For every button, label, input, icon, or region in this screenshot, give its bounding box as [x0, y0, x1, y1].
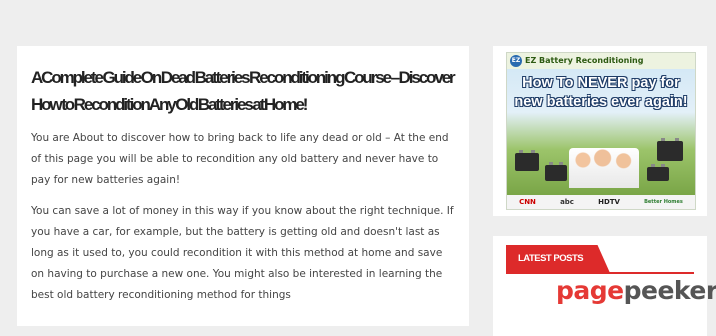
article-card: A Complete Guide On Dead Batteries Recon… — [17, 46, 469, 326]
article-paragraph-1: You are About to discover how to bring b… — [31, 132, 449, 186]
better-homes-logo: Better Homes — [644, 199, 683, 205]
ad-top-bar-text: EZ Battery Reconditioning — [525, 56, 644, 65]
sidebar-ad-widget: EZ EZ Battery Reconditioning How To NEVE… — [493, 46, 707, 216]
article-paragraph-2: You can save a lot of money in this way … — [31, 205, 454, 301]
ad-top-bar: EZ EZ Battery Reconditioning — [507, 53, 695, 69]
cnn-logo: CNN — [519, 198, 536, 206]
battery-icon — [515, 150, 539, 171]
media-logos: CNN abc HDTV Better Homes — [507, 195, 695, 209]
battery-icon — [647, 164, 669, 181]
family-photo — [569, 148, 639, 188]
ez-badge-icon: EZ — [510, 55, 522, 67]
abc-logo: abc — [560, 198, 574, 206]
latest-posts-tab: LATEST POSTS — [506, 245, 610, 273]
watermark-part-peeker: peeker — [623, 276, 716, 305]
battery-reconditioning-ad[interactable]: EZ EZ Battery Reconditioning How To NEVE… — [506, 52, 696, 210]
battery-icon — [657, 138, 683, 161]
battery-icon — [545, 162, 567, 181]
pagepeeker-watermark: pagepeeker — [556, 276, 716, 305]
watermark-part-page: page — [556, 276, 624, 305]
ad-headline: How To NEVER pay for new batteries ever … — [514, 75, 688, 110]
hdtv-logo: HDTV — [598, 198, 620, 206]
article-title[interactable]: A Complete Guide On Dead Batteries Recon… — [31, 64, 456, 118]
latest-posts-heading: LATEST POSTS — [518, 253, 584, 264]
latest-posts-divider — [506, 272, 694, 274]
